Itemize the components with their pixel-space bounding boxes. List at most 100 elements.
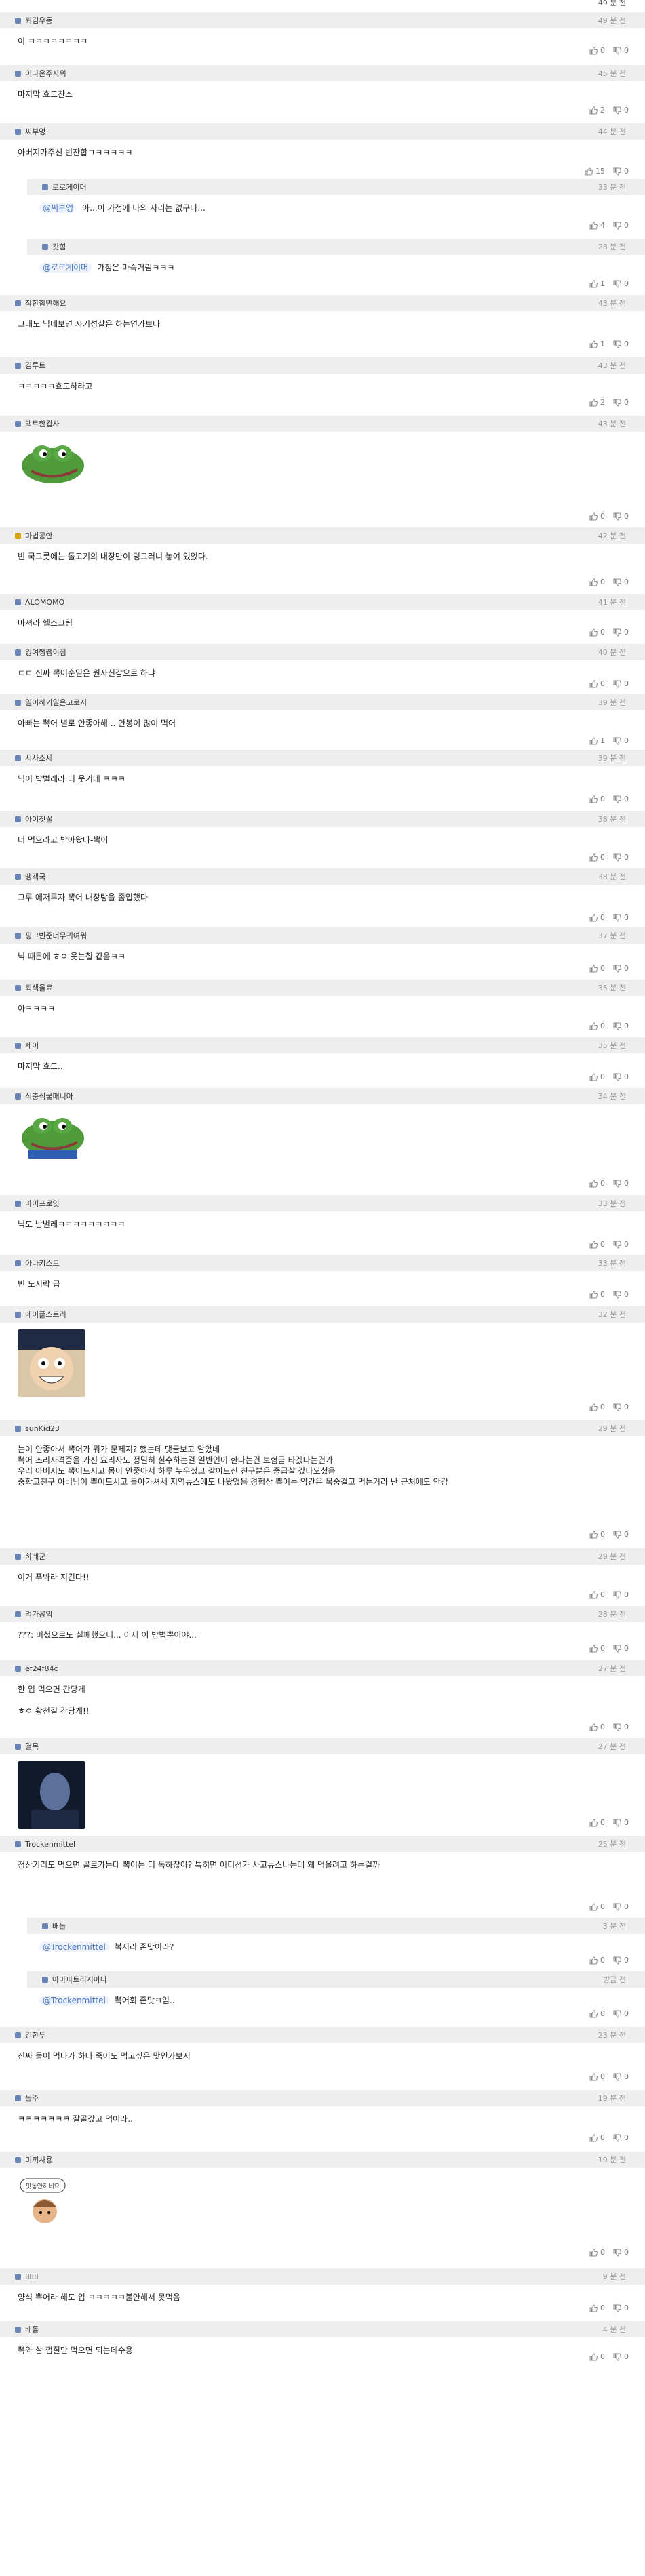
downvote-button[interactable]: 0 — [613, 853, 629, 862]
upvote-button[interactable]: 0 — [589, 512, 605, 521]
downvote-button[interactable]: 0 — [613, 913, 629, 922]
downvote-button[interactable]: 0 — [613, 512, 629, 521]
comment-author[interactable]: 아마파트리지아나 — [52, 1974, 107, 1985]
comment-author[interactable]: 하레군 — [25, 1551, 45, 1562]
downvote-button[interactable]: 0 — [613, 106, 629, 115]
comment-author[interactable]: 핑크빈준너무귀여워 — [25, 930, 87, 941]
downvote-button[interactable]: 0 — [613, 1644, 629, 1653]
comment-author[interactable]: 마법공안 — [25, 530, 52, 541]
upvote-button[interactable]: 0 — [589, 1072, 605, 1081]
upvote-button[interactable]: 0 — [589, 1179, 605, 1188]
downvote-button[interactable]: 0 — [613, 1022, 629, 1030]
mention-link[interactable]: @Trockenmittel — [39, 1996, 109, 2005]
comment-author[interactable]: 배돌 — [25, 2324, 39, 2335]
upvote-button[interactable]: 4 — [589, 221, 605, 230]
downvote-button[interactable]: 0 — [613, 1902, 629, 1911]
comment-author[interactable]: 결목 — [25, 1741, 39, 1752]
comment-author[interactable]: 이나온주사위 — [25, 68, 66, 79]
comment-author[interactable]: 아이짓꿀 — [25, 813, 52, 824]
upvote-button[interactable]: 1 — [589, 736, 605, 745]
downvote-button[interactable]: 0 — [613, 46, 629, 55]
upvote-button[interactable]: 0 — [589, 2133, 605, 2142]
comment-author[interactable]: 아나키스트 — [25, 1257, 60, 1268]
comment-image[interactable]: 맛동안하네요 — [18, 2175, 79, 2229]
upvote-button[interactable]: 0 — [589, 853, 605, 862]
upvote-button[interactable]: 0 — [589, 2009, 605, 2018]
comment-author[interactable]: 마이프로잇 — [25, 1198, 60, 1209]
comment-author[interactable]: ALOMOMO — [25, 598, 64, 607]
comment-author[interactable]: 퇴색울료 — [25, 982, 52, 993]
upvote-button[interactable]: 0 — [589, 1403, 605, 1411]
upvote-button[interactable]: 0 — [589, 1530, 605, 1539]
comment-author[interactable]: 김루트 — [25, 360, 45, 371]
upvote-button[interactable]: 2 — [589, 106, 605, 115]
downvote-button[interactable]: 0 — [613, 964, 629, 973]
comment-author[interactable]: 세이 — [25, 1040, 39, 1051]
downvote-button[interactable]: 0 — [613, 221, 629, 230]
comment-author[interactable]: 먹가공익 — [25, 1609, 52, 1619]
upvote-button[interactable]: 0 — [589, 1818, 605, 1827]
comment-author[interactable]: 돌주 — [25, 2093, 39, 2104]
upvote-button[interactable]: 1 — [589, 340, 605, 348]
upvote-button[interactable]: 0 — [589, 679, 605, 688]
upvote-button[interactable]: 0 — [589, 1644, 605, 1653]
downvote-button[interactable]: 0 — [613, 2133, 629, 2142]
comment-author[interactable]: 씨부엉 — [25, 126, 45, 137]
comment-author[interactable]: 잉여쨍쨍이짐 — [25, 647, 66, 658]
upvote-button[interactable]: 0 — [589, 1956, 605, 1965]
downvote-button[interactable]: 0 — [613, 2248, 629, 2257]
downvote-button[interactable]: 0 — [613, 1956, 629, 1965]
upvote-button[interactable]: 0 — [589, 1022, 605, 1030]
downvote-button[interactable]: 0 — [613, 1723, 629, 1731]
upvote-button[interactable]: 0 — [589, 1590, 605, 1599]
downvote-button[interactable]: 0 — [613, 1240, 629, 1249]
comment-author[interactable]: IIIIII — [25, 2272, 38, 2281]
downvote-button[interactable]: 0 — [613, 794, 629, 803]
comment-author[interactable]: 퇴김우동 — [25, 15, 52, 26]
comment-author[interactable]: 배돌 — [52, 1920, 66, 1931]
downvote-button[interactable]: 0 — [613, 1590, 629, 1599]
downvote-button[interactable]: 0 — [613, 2072, 629, 2081]
downvote-button[interactable]: 0 — [613, 279, 629, 288]
upvote-button[interactable]: 2 — [589, 398, 605, 407]
downvote-button[interactable]: 0 — [613, 736, 629, 745]
comment-author[interactable]: 식충식물매니아 — [25, 1091, 73, 1102]
comment-author[interactable]: 갓힘 — [52, 241, 66, 252]
downvote-button[interactable]: 0 — [613, 578, 629, 586]
upvote-button[interactable]: 0 — [589, 1240, 605, 1249]
upvote-button[interactable]: 0 — [589, 1290, 605, 1299]
upvote-button[interactable]: 0 — [589, 1902, 605, 1911]
comment-author[interactable]: 맥트한컵사 — [25, 418, 60, 429]
upvote-button[interactable]: 0 — [589, 2072, 605, 2081]
comment-image[interactable] — [18, 1761, 85, 1829]
comment-author[interactable]: ef24f84c — [25, 1664, 58, 1673]
upvote-button[interactable]: 1 — [589, 279, 605, 288]
downvote-button[interactable]: 0 — [613, 1403, 629, 1411]
comment-author[interactable]: 미끼사용 — [25, 2154, 52, 2165]
downvote-button[interactable]: 0 — [613, 1290, 629, 1299]
comment-author[interactable]: 메이플스토리 — [25, 1309, 66, 1320]
downvote-button[interactable]: 0 — [613, 2303, 629, 2312]
upvote-button[interactable]: 0 — [589, 628, 605, 637]
downvote-button[interactable]: 0 — [613, 2009, 629, 2018]
comment-author[interactable]: 김한두 — [25, 2030, 45, 2040]
upvote-button[interactable]: 0 — [589, 913, 605, 922]
upvote-button[interactable]: 0 — [589, 578, 605, 586]
upvote-button[interactable]: 0 — [589, 46, 605, 55]
upvote-button[interactable]: 0 — [589, 964, 605, 973]
comment-author[interactable]: Trockenmittel — [25, 1840, 75, 1849]
downvote-button[interactable]: 0 — [613, 1072, 629, 1081]
comment-author[interactable]: 착한함만해요 — [25, 298, 66, 308]
comment-author[interactable]: 땡객국 — [25, 871, 45, 882]
downvote-button[interactable]: 0 — [613, 398, 629, 407]
downvote-button[interactable]: 0 — [613, 167, 629, 176]
mention-link[interactable]: @로로게이머 — [39, 263, 92, 273]
comment-author[interactable]: 일이하기일은고로시 — [25, 697, 87, 708]
comment-author[interactable]: sunKid23 — [25, 1424, 60, 1433]
downvote-button[interactable]: 0 — [613, 340, 629, 348]
comment-author[interactable]: 로로게이머 — [52, 182, 87, 193]
comment-image[interactable] — [18, 1111, 88, 1159]
comment-author[interactable]: 시사소세 — [25, 752, 52, 763]
downvote-button[interactable]: 0 — [613, 679, 629, 688]
downvote-button[interactable]: 0 — [613, 1818, 629, 1827]
